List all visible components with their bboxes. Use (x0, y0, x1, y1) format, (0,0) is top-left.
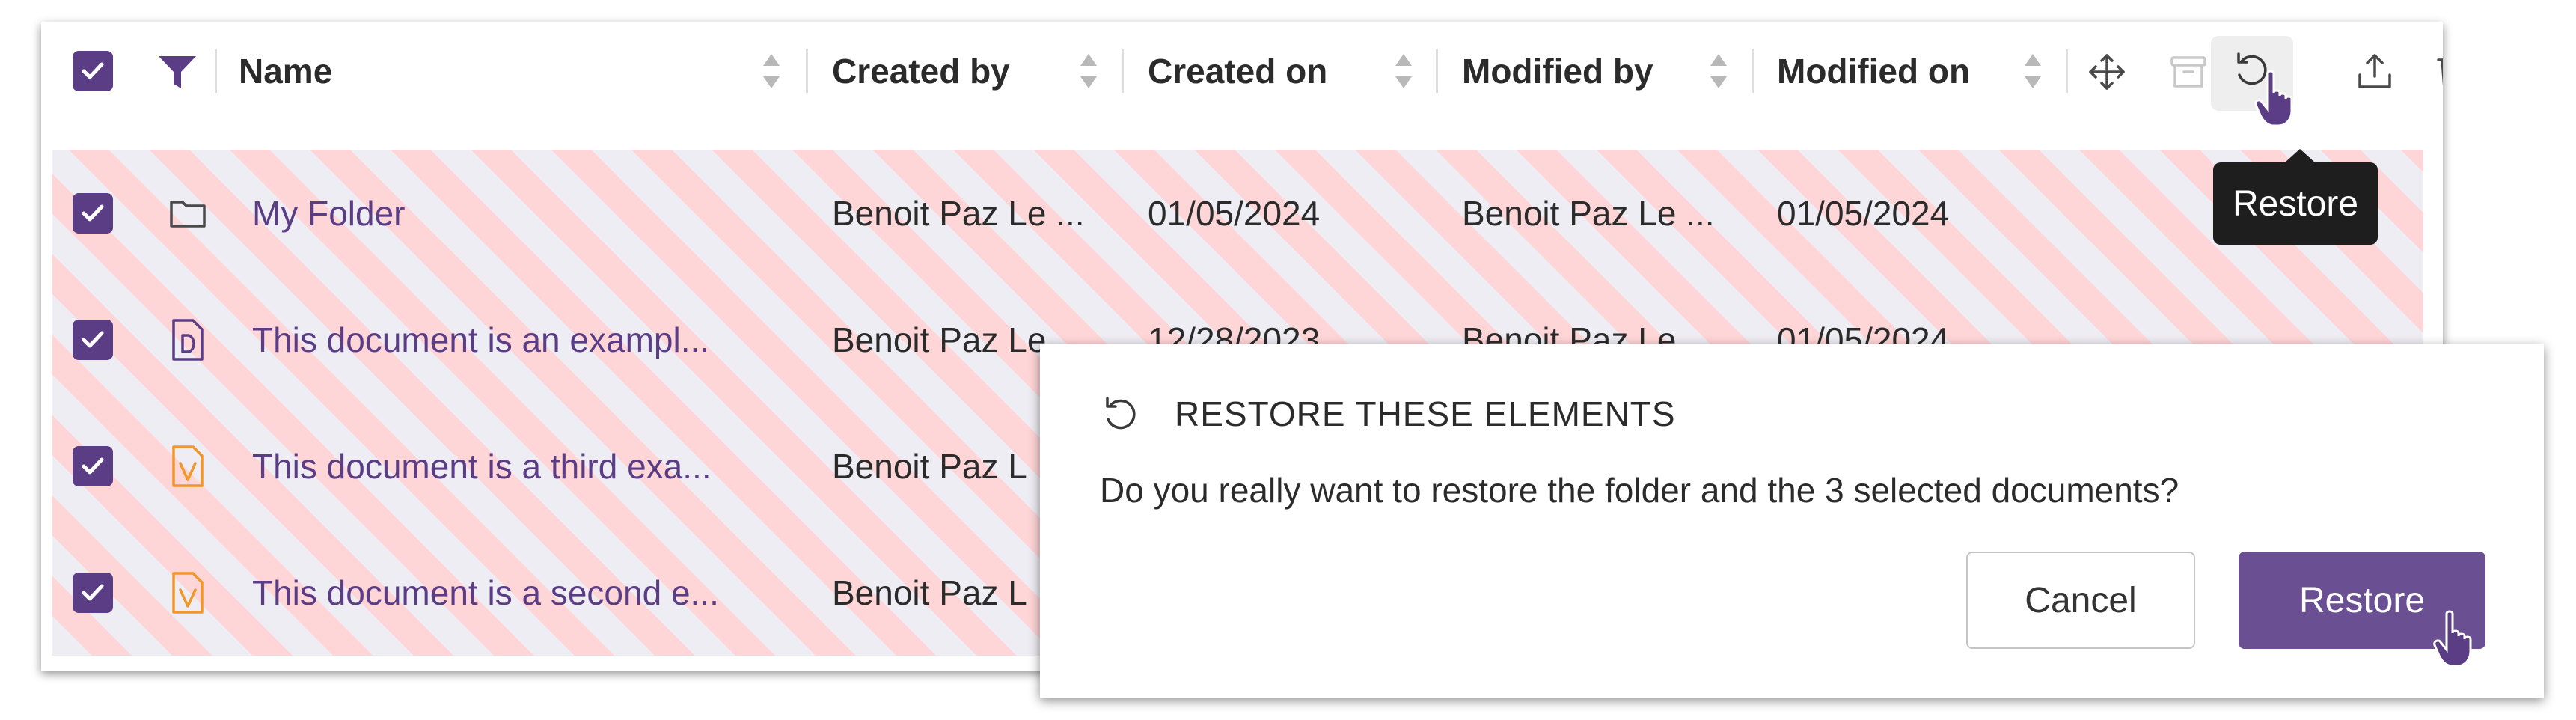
column-header-modified-by[interactable]: Modified by (1462, 22, 1653, 120)
folder-icon (170, 201, 206, 228)
row-created-by: Benoit Paz Le (832, 320, 1047, 359)
row-name-link[interactable]: My Folder (252, 150, 405, 276)
hand-cursor-icon (2254, 70, 2293, 127)
cancel-button[interactable]: Cancel (1966, 552, 2195, 649)
sort-icon[interactable] (1393, 51, 1414, 91)
export-icon[interactable] (2354, 51, 2396, 93)
document-v-icon (172, 445, 204, 487)
column-separator (1436, 49, 1438, 93)
hand-cursor-icon (2433, 610, 2472, 668)
restore-dialog: RESTORE THESE ELEMENTS Do you really wan… (1040, 344, 2544, 698)
table-header: Name Created by Created on Modified by M… (41, 22, 2443, 120)
row-checkbox[interactable] (73, 320, 113, 360)
row-checkbox[interactable] (73, 193, 113, 234)
column-separator (2066, 49, 2068, 93)
row-name-link[interactable]: This document is a second e... (252, 529, 719, 656)
sort-icon[interactable] (761, 51, 782, 91)
dialog-title: RESTORE THESE ELEMENTS (1175, 394, 1676, 433)
row-created-by: Benoit Paz Le ... (832, 193, 1085, 233)
row-created-on: 01/05/2024 (1148, 193, 1321, 233)
filter-icon[interactable] (157, 54, 198, 91)
row-checkbox[interactable] (73, 573, 113, 613)
move-icon[interactable] (2086, 51, 2128, 93)
sort-icon[interactable] (2022, 51, 2043, 91)
column-separator (1122, 49, 1124, 93)
table-row[interactable]: My Folder Benoit Paz Le ... 01/05/2024 B… (52, 150, 2423, 276)
column-separator (806, 49, 808, 93)
sort-icon[interactable] (1708, 51, 1729, 91)
column-header-modified-on[interactable]: Modified on (1777, 22, 1970, 120)
tooltip-label: Restore (2232, 183, 2359, 224)
column-separator (1752, 49, 1754, 93)
row-name-link[interactable]: This document is a third exa... (252, 403, 712, 529)
row-name-link[interactable]: This document is an exampl... (252, 276, 709, 403)
column-header-name[interactable]: Name (239, 22, 332, 120)
row-created-by: Benoit Paz L (832, 446, 1027, 486)
column-header-created-on[interactable]: Created on (1148, 22, 1327, 120)
row-created-by: Benoit Paz L (832, 573, 1027, 612)
tooltip-arrow (2285, 149, 2315, 162)
archive-icon[interactable] (2167, 51, 2209, 93)
row-checkbox[interactable] (73, 446, 113, 486)
restore-icon (1106, 397, 1136, 430)
trash-icon[interactable] (2432, 51, 2443, 93)
dialog-message: Do you really want to restore the folder… (1100, 471, 2179, 510)
column-separator (215, 49, 217, 93)
document-v-icon (172, 572, 204, 614)
sort-icon[interactable] (1078, 51, 1099, 91)
row-modified-by: Benoit Paz Le ... (1462, 193, 1715, 233)
document-d-icon (172, 319, 204, 361)
restore-tooltip: Restore (2213, 149, 2378, 245)
row-modified-on: 01/05/2024 (1777, 193, 1950, 233)
select-all-checkbox[interactable] (73, 51, 113, 91)
column-header-created-by[interactable]: Created by (832, 22, 1010, 120)
